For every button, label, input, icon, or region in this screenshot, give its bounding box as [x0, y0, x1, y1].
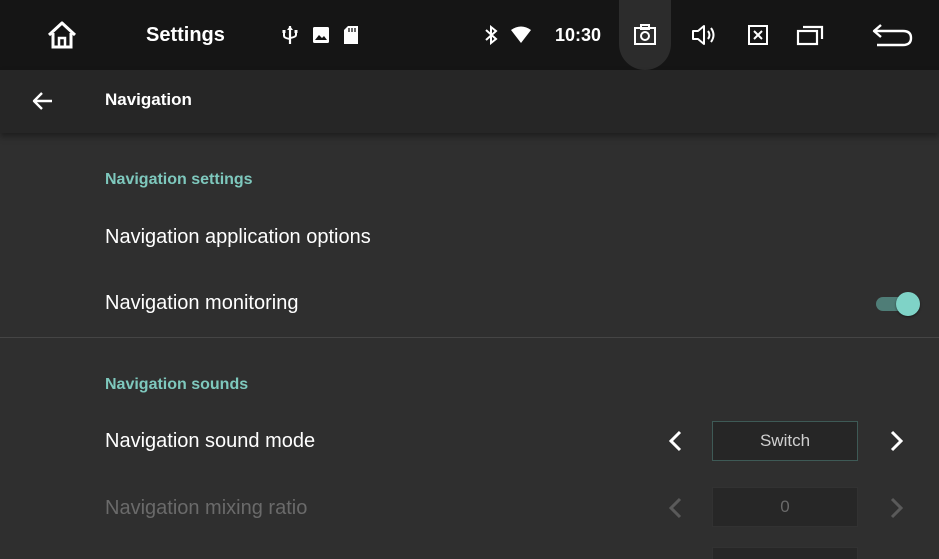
clock: 10:30 — [555, 24, 602, 45]
navigation-mixing-ratio-label: Navigation mixing ratio — [105, 497, 308, 519]
app-title: Settings — [146, 23, 225, 46]
volume-icon[interactable] — [686, 0, 722, 70]
toggle-thumb — [896, 292, 920, 316]
recent-apps-icon[interactable] — [790, 0, 830, 70]
sound-mode-prev-icon[interactable] — [664, 428, 688, 454]
sound-mode-value: Switch — [712, 421, 858, 461]
home-icon[interactable] — [38, 0, 86, 70]
sd-card-icon — [340, 0, 362, 70]
image-icon — [310, 0, 332, 70]
close-box-icon[interactable] — [740, 0, 776, 70]
page-title: Navigation — [105, 90, 192, 109]
back-arrow-icon[interactable] — [30, 88, 56, 114]
status-bar: Settings 10:30 — [0, 0, 939, 70]
mixing-ratio-prev-icon[interactable] — [664, 495, 688, 521]
back-return-icon[interactable] — [866, 0, 918, 70]
screenshot-icon[interactable] — [626, 0, 664, 70]
sound-mode-next-icon[interactable] — [884, 428, 908, 454]
next-stepper-box-partial — [712, 547, 858, 559]
toolbar: Navigation — [0, 70, 939, 133]
wifi-icon — [508, 0, 534, 70]
navigation-sound-mode-label: Navigation sound mode — [105, 430, 316, 452]
mixing-ratio-value: 0 — [712, 487, 858, 527]
mixing-ratio-next-icon[interactable] — [884, 495, 908, 521]
section-header-navigation-settings: Navigation settings — [105, 171, 253, 188]
usb-icon — [278, 0, 302, 70]
section-divider — [0, 337, 939, 338]
navigation-monitoring-toggle[interactable] — [874, 292, 924, 316]
navigation-application-options-item[interactable]: Navigation application options — [105, 226, 371, 249]
section-header-navigation-sounds: Navigation sounds — [105, 376, 249, 393]
navigation-monitoring-label: Navigation monitoring — [105, 292, 299, 314]
bluetooth-icon — [480, 0, 502, 70]
